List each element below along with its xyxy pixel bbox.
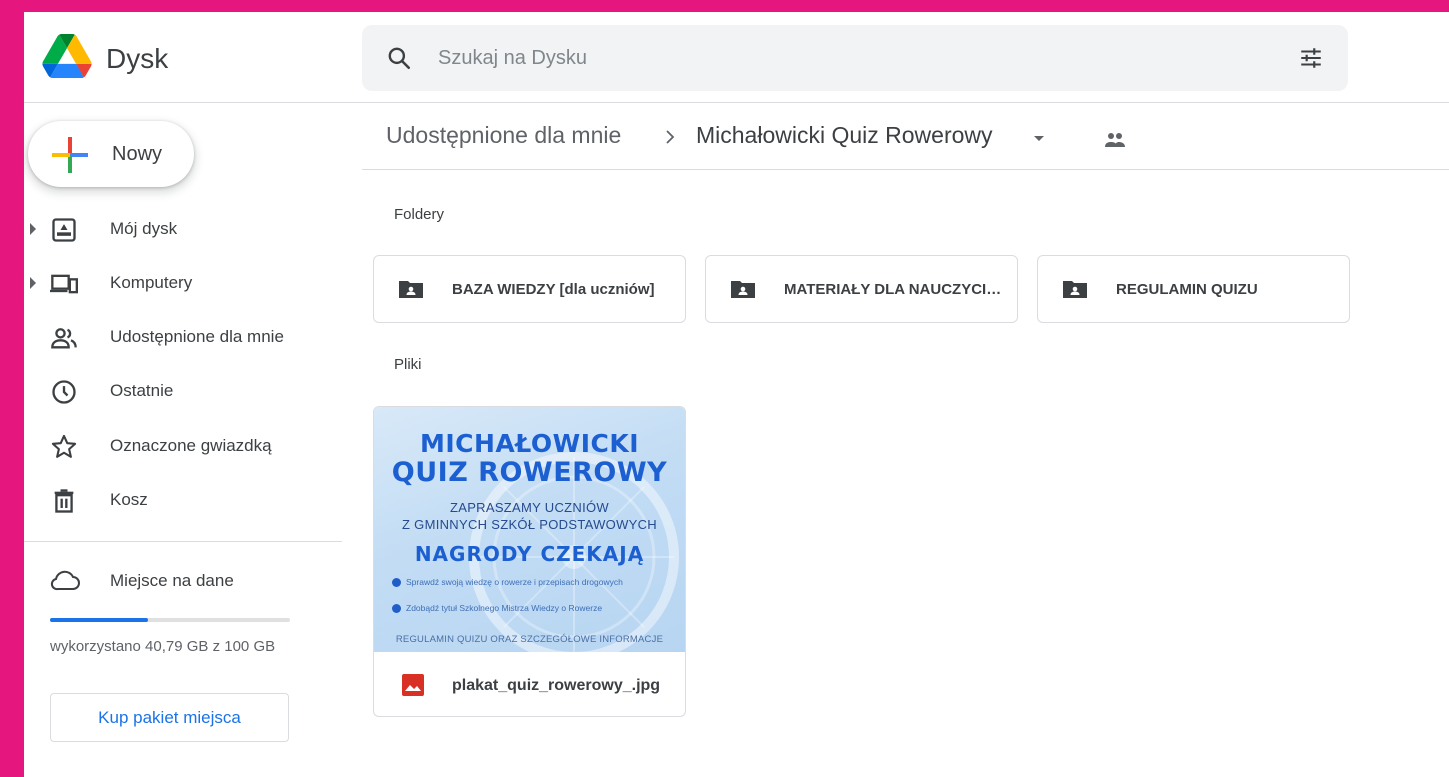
caret-down-icon[interactable] [1034,136,1044,141]
files-section-title: Pliki [394,356,422,373]
bullet-dot-icon [392,578,401,587]
sidebar-item-computers[interactable]: Komputery [24,262,344,306]
drive-window: Dysk Nowy [24,12,1449,777]
sidebar-item-my-drive[interactable]: Mój dysk [24,208,344,252]
folder-name: REGULAMIN QUIZU [1116,281,1258,298]
sidebar-item-label: Udostępnione dla mnie [110,327,284,346]
poster-title-line: MICHAŁOWICKI [419,429,640,458]
file-name-row: plakat_quiz_rowerowy_.jpg [374,652,685,716]
search-bar[interactable] [362,25,1348,91]
poster-bullet: Zdobądź tytuł Szkolnego Mistrza Wiedzy o… [392,603,676,613]
app-name: Dysk [106,43,169,74]
folder-card[interactable]: BAZA WIEDZY [dla uczniów] [373,255,686,323]
storage-usage-text: wykorzystano 40,79 GB z 100 GB [50,638,276,655]
sidebar-divider [24,541,342,542]
sidebar-item-shared-with-me[interactable]: Udostępnione dla mnie [24,316,344,360]
my-drive-icon [52,218,76,242]
folders-section-title: Foldery [394,206,445,223]
poster-headline: NAGRODY CZEKAJĄ [414,542,645,566]
storage-usage-bar [50,618,290,622]
new-button[interactable]: Nowy [28,121,194,187]
buy-storage-button[interactable]: Kup pakiet miejsca [50,693,289,742]
chevron-right-icon [666,130,675,144]
folder-card[interactable]: REGULAMIN QUIZU [1037,255,1350,323]
poster-bullet: Sprawdź swoją wiedzę o rowerze i przepis… [392,577,676,587]
computers-icon [50,274,78,294]
breadcrumb-current[interactable]: Michałowicki Quiz Rowerowy [696,122,993,149]
folder-card[interactable]: MATERIAŁY DLA NAUCZYCIELI [705,255,1018,323]
sidebar-item-trash[interactable]: Kosz [24,479,344,523]
sidebar-item-label: Kosz [110,490,148,509]
trash-icon [54,489,74,513]
sidebar-item-starred[interactable]: Oznaczone gwiazdką [24,425,344,469]
folder-name: BAZA WIEDZY [dla uczniów] [452,281,655,298]
expand-arrow-icon[interactable] [30,277,36,289]
file-thumbnail: MICHAŁOWICKI QUIZ ROWEROWY ZAPRASZAMY UC… [374,407,685,652]
shared-folder-icon [399,281,423,298]
storage-label[interactable]: Miejsce na dane [110,571,234,591]
plus-icon [52,137,88,173]
shared-people-icon[interactable] [1102,130,1128,150]
file-card[interactable]: MICHAŁOWICKI QUIZ ROWEROWY ZAPRASZAMY UC… [373,406,686,717]
shared-folder-icon [1063,281,1087,298]
content-divider [362,169,1449,170]
poster-subtitle-line: Z GMINNYCH SZKÓŁ PODSTAWOWYCH [402,517,657,532]
search-options-icon[interactable] [1298,45,1324,71]
image-file-icon [402,674,424,696]
shared-with-me-icon [51,328,77,349]
search-input[interactable] [438,43,1238,73]
breadcrumb-parent[interactable]: Udostępnione dla mnie [386,122,621,149]
poster-bullet-text: Sprawdź swoją wiedzę o rowerze i przepis… [406,577,623,587]
storage-usage-fill [50,618,148,622]
poster-footer: REGULAMIN QUIZU ORAZ SZCZEGÓŁOWE INFORMA… [395,634,664,645]
poster-title-line: QUIZ ROWEROWY [391,457,668,488]
cloud-icon [50,570,80,591]
bullet-dot-icon [392,604,401,613]
poster-bullet-text: Zdobądź tytuł Szkolnego Mistrza Wiedzy o… [406,603,603,613]
sidebar-item-label: Ostatnie [110,381,174,400]
shared-folder-icon [731,281,755,298]
folder-name: MATERIAŁY DLA NAUCZYCIELI [784,281,1004,298]
sidebar-item-label: Mój dysk [110,219,178,238]
sidebar-item-label: Komputery [110,273,193,292]
drive-logo-icon[interactable] [42,34,92,78]
file-name: plakat_quiz_rowerowy_.jpg [452,677,661,694]
sidebar-item-recent[interactable]: Ostatnie [24,370,344,414]
star-icon [51,434,77,458]
expand-arrow-icon[interactable] [30,223,36,235]
poster-subtitle-line: ZAPRASZAMY UCZNIÓW [449,500,609,515]
clock-icon [52,380,76,404]
sidebar-item-label: Oznaczone gwiazdką [110,436,272,455]
top-bar: Dysk [24,12,1449,103]
search-icon[interactable] [386,45,412,71]
new-button-label: Nowy [112,143,163,165]
